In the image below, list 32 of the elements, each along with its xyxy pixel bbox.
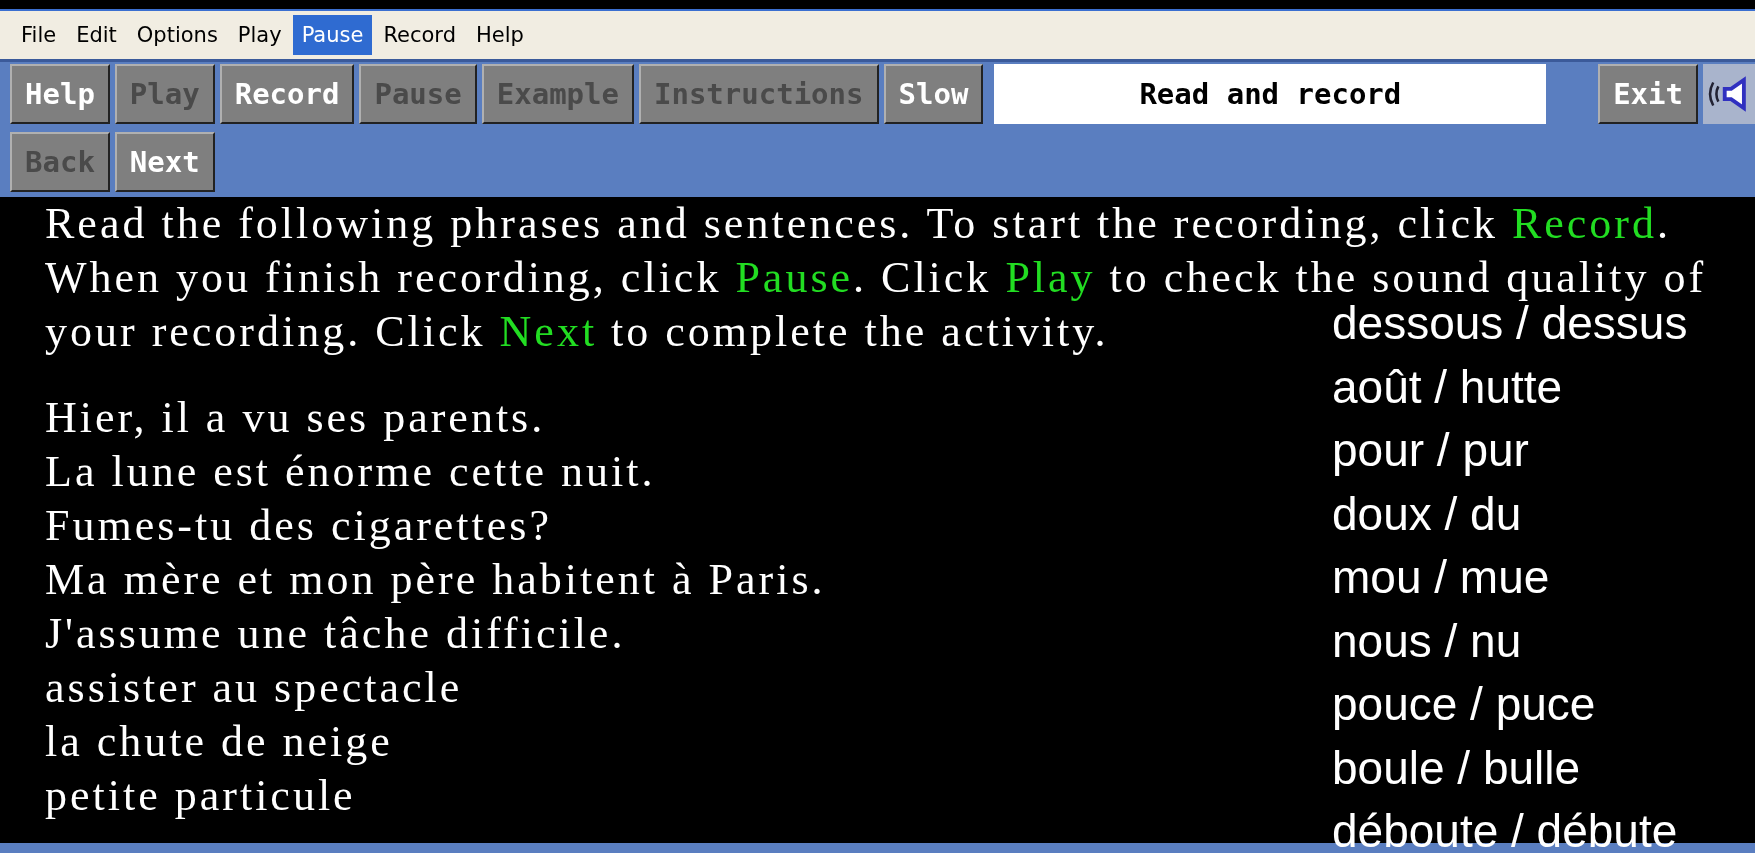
practice-sentence: La lune est énorme cette nuit.	[45, 446, 656, 498]
toolbar-button[interactable]: Slow	[883, 64, 984, 124]
activity-title: Read and record	[994, 64, 1547, 124]
word-pair: boule / bulle	[1332, 743, 1582, 792]
practice-sentence: Ma mère et mon père habitent à Paris.	[45, 554, 826, 606]
instructions-line: When you finish recording, click Pause. Click Play to check the sound quality of	[45, 252, 1707, 304]
practice-sentence: la chute de neige	[45, 716, 393, 768]
menu-item[interactable]: Help	[466, 15, 533, 55]
toolbar-button[interactable]: Record	[219, 64, 355, 124]
practice-sentence: Fumes-tu des cigarettes?	[45, 500, 552, 552]
menu-item[interactable]: Play	[228, 15, 291, 55]
menu-item[interactable]: Pause	[292, 15, 373, 55]
menu-item[interactable]: Record	[374, 15, 465, 55]
menu-item[interactable]: Edit	[67, 15, 126, 55]
word-pair: pour / pur	[1332, 426, 1530, 474]
practice-sentence: assister au spectacle	[45, 662, 463, 714]
word-pair: pouce / puce	[1332, 680, 1597, 728]
instructions-line: your recording. Click Next to complete the activity.	[45, 306, 1109, 358]
instructions-line: Read the following phrases and sentences. To start the recording, click Record.	[45, 198, 1671, 250]
practice-sentence: petite particule	[45, 770, 356, 822]
word-pair: nous / nu	[1332, 616, 1523, 665]
toolbar-button[interactable]: Help	[10, 64, 110, 124]
word-pair: août / hutte	[1332, 362, 1564, 411]
menu-item[interactable]: File	[12, 15, 66, 55]
menu-item[interactable]: Options	[127, 15, 227, 55]
speaker-icon[interactable]	[1703, 64, 1755, 124]
word-pair: doux / du	[1332, 489, 1523, 538]
practice-sentence: Hier, il a vu ses parents.	[45, 392, 546, 444]
toolbar-button[interactable]: Next	[114, 131, 215, 192]
word-pair: mou / mue	[1332, 553, 1551, 601]
exit-button[interactable]: Exit	[1598, 64, 1698, 124]
practice-sentence: J'assume une tâche difficile.	[45, 608, 626, 660]
